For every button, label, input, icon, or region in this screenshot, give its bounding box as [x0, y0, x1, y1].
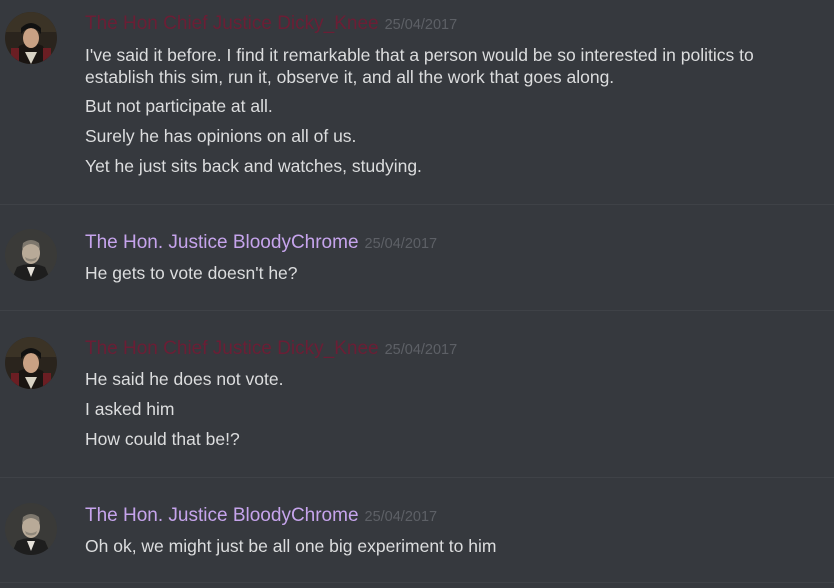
message-text: How could that be!?	[85, 429, 240, 449]
avatar[interactable]	[5, 12, 57, 64]
bloodychrome-portrait-icon	[5, 503, 57, 555]
message-divider	[0, 310, 834, 311]
message-divider	[0, 477, 834, 478]
timestamp: 25/04/2017	[364, 236, 438, 252]
timestamp: 25/04/2017	[384, 17, 458, 33]
message-divider	[0, 582, 834, 583]
message-text: I've said it before. I find it remarkabl…	[85, 45, 754, 87]
message-header: The Hon. Justice BloodyChrome 25/04/2017	[85, 505, 437, 527]
chief-justice-portrait-icon	[5, 12, 57, 64]
timestamp: 25/04/2017	[384, 342, 458, 358]
username[interactable]: The Hon Chief Justice Dicky_Knee	[85, 13, 379, 34]
timestamp: 25/04/2017	[364, 509, 438, 525]
avatar[interactable]	[5, 503, 57, 555]
username[interactable]: The Hon. Justice BloodyChrome	[85, 232, 359, 253]
username[interactable]: The Hon Chief Justice Dicky_Knee	[85, 338, 379, 359]
message-text: I asked him	[85, 399, 175, 419]
message-header: The Hon. Justice BloodyChrome 25/04/2017	[85, 232, 437, 254]
username[interactable]: The Hon. Justice BloodyChrome	[85, 505, 359, 526]
message-divider	[0, 204, 834, 205]
chief-justice-portrait-icon	[5, 337, 57, 389]
message-header: The Hon Chief Justice Dicky_Knee 25/04/20…	[85, 338, 457, 360]
message-text: Yet he just sits back and watches, study…	[85, 156, 422, 176]
bloodychrome-portrait-icon	[5, 229, 57, 281]
message-text: But not participate at all.	[85, 96, 273, 116]
message-text: He said he does not vote.	[85, 369, 284, 389]
chat-message-list: The Hon Chief Justice Dicky_Knee 25/04/20…	[0, 0, 834, 588]
message-text: Surely he has opinions on all of us.	[85, 126, 357, 146]
avatar[interactable]	[5, 337, 57, 389]
message-header: The Hon Chief Justice Dicky_Knee 25/04/20…	[85, 13, 457, 35]
message-text: Oh ok, we might just be all one big expe…	[85, 536, 497, 556]
message-text: He gets to vote doesn't he?	[85, 263, 298, 283]
avatar[interactable]	[5, 229, 57, 281]
